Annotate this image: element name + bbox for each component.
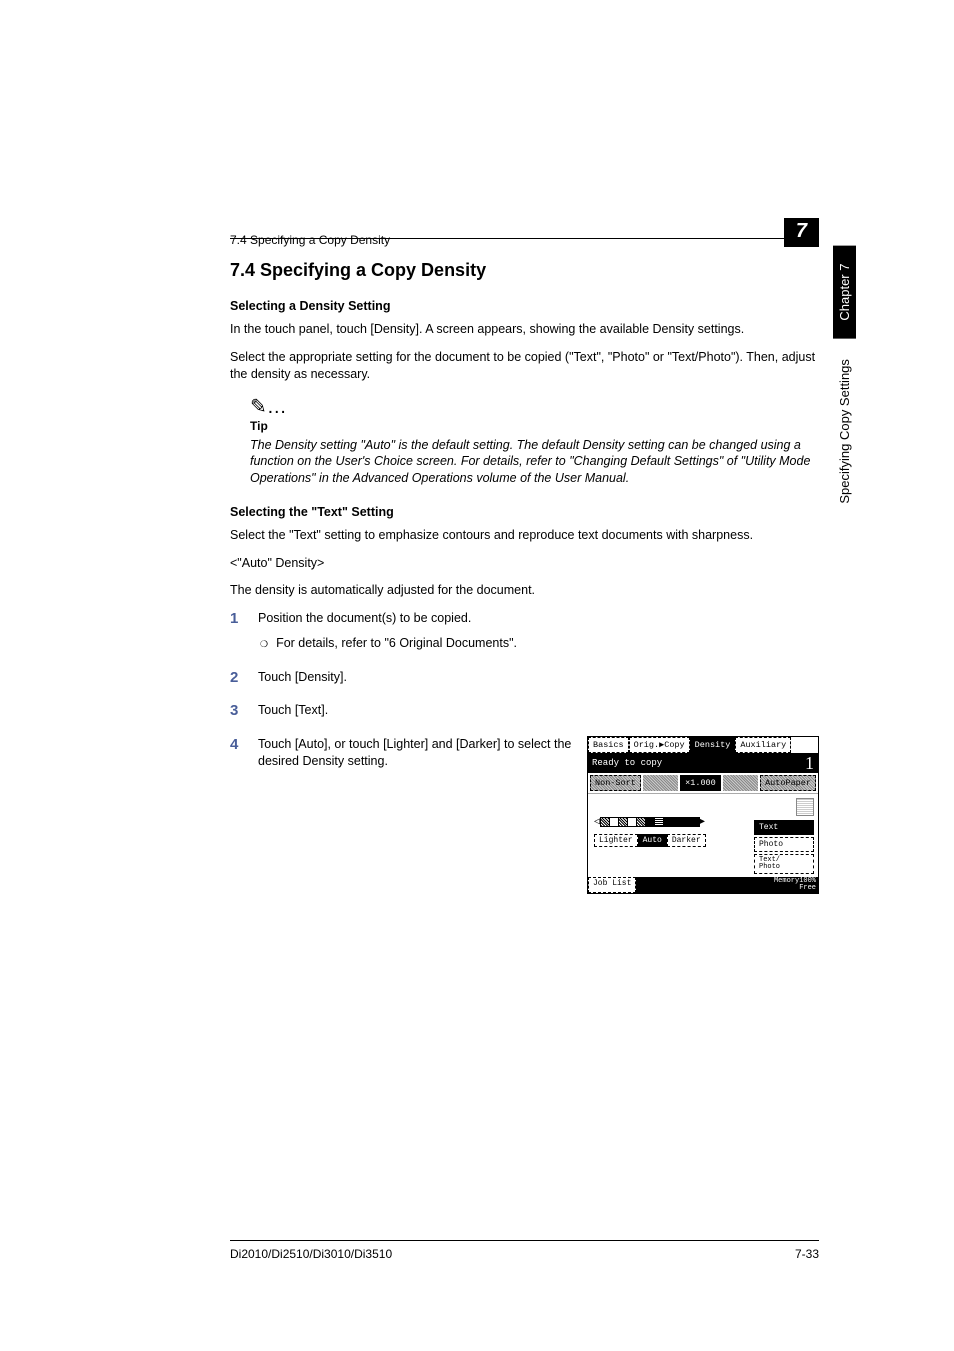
- memory-status: Memory100% Free: [772, 877, 818, 893]
- subheading-selecting-density: Selecting a Density Setting: [230, 299, 819, 313]
- density-arrow-right-icon: ▶: [699, 816, 705, 828]
- header-divider: [230, 238, 819, 239]
- mode-photo[interactable]: Photo: [754, 837, 814, 852]
- button-zoom[interactable]: ×1.000: [680, 775, 721, 791]
- button-lighter[interactable]: Lighter: [594, 834, 638, 847]
- step-text: Touch [Text].: [258, 702, 819, 720]
- mode-preview-icon: [796, 798, 814, 816]
- para-density-intro: In the touch panel, touch [Density]. A s…: [230, 321, 819, 339]
- footer-page: 7-33: [795, 1247, 819, 1261]
- status-message: Ready to copy: [592, 758, 662, 768]
- mode-text[interactable]: Text: [754, 820, 814, 835]
- subheading-text-setting: Selecting the "Text" Setting: [230, 505, 819, 519]
- tip-body: The Density setting "Auto" is the defaul…: [250, 437, 819, 488]
- button-nonsort[interactable]: Non-Sort: [590, 775, 641, 791]
- header-section-ref: 7.4 Specifying a Copy Density: [230, 233, 390, 247]
- density-scale: [600, 817, 699, 827]
- step-3: 3 Touch [Text].: [230, 702, 819, 720]
- para-auto-density: <"Auto" Density>: [230, 555, 819, 573]
- step-text: Touch [Auto], or touch [Lighter] and [Da…: [258, 736, 573, 771]
- side-tab: Specifying Copy Settings Chapter 7: [833, 246, 856, 504]
- step-text: Position the document(s) to be copied.: [258, 610, 819, 628]
- button-darker[interactable]: Darker: [667, 834, 706, 847]
- touch-panel-screenshot: Basics Orig.▶Copy Density Auxiliary Read…: [587, 736, 819, 894]
- substep-bullet-icon: ❍: [260, 638, 268, 653]
- copy-count: 1: [805, 754, 814, 772]
- button-auto[interactable]: Auto: [638, 834, 667, 847]
- tab-density[interactable]: Density: [690, 737, 736, 753]
- chapter-number-badge: 7: [784, 218, 819, 247]
- step-4: 4 Touch [Auto], or touch [Lighter] and […: [230, 736, 573, 771]
- step-number: 1: [230, 610, 244, 653]
- tab-orig-copy[interactable]: Orig.▶Copy: [629, 737, 690, 753]
- tip-label: Tip: [250, 419, 819, 433]
- para-density-select: Select the appropriate setting for the d…: [230, 349, 819, 384]
- tab-auxiliary[interactable]: Auxiliary: [735, 737, 791, 753]
- button-autopaper[interactable]: AutoPaper: [760, 775, 816, 791]
- step-2: 2 Touch [Density].: [230, 669, 819, 687]
- side-chapter-title: Specifying Copy Settings: [837, 359, 852, 504]
- button-job-list[interactable]: Job List: [588, 877, 636, 893]
- mode-text-photo[interactable]: Text/ Photo: [754, 854, 814, 874]
- tip-icon: ✎…: [250, 394, 819, 419]
- step-1: 1 Position the document(s) to be copied.…: [230, 610, 819, 653]
- step-number: 4: [230, 736, 244, 771]
- side-chapter-badge: Chapter 7: [833, 246, 856, 339]
- para-text-setting-desc: Select the "Text" setting to emphasize c…: [230, 527, 819, 545]
- tab-basics[interactable]: Basics: [588, 737, 629, 753]
- step-number: 2: [230, 669, 244, 687]
- step-number: 3: [230, 702, 244, 720]
- substep-text: For details, refer to "6 Original Docume…: [276, 635, 517, 653]
- step-text: Touch [Density].: [258, 669, 819, 687]
- footer-model: Di2010/Di2510/Di3010/Di3510: [230, 1247, 392, 1261]
- section-heading: 7.4 Specifying a Copy Density: [230, 260, 819, 281]
- para-auto-density-desc: The density is automatically adjusted fo…: [230, 582, 819, 600]
